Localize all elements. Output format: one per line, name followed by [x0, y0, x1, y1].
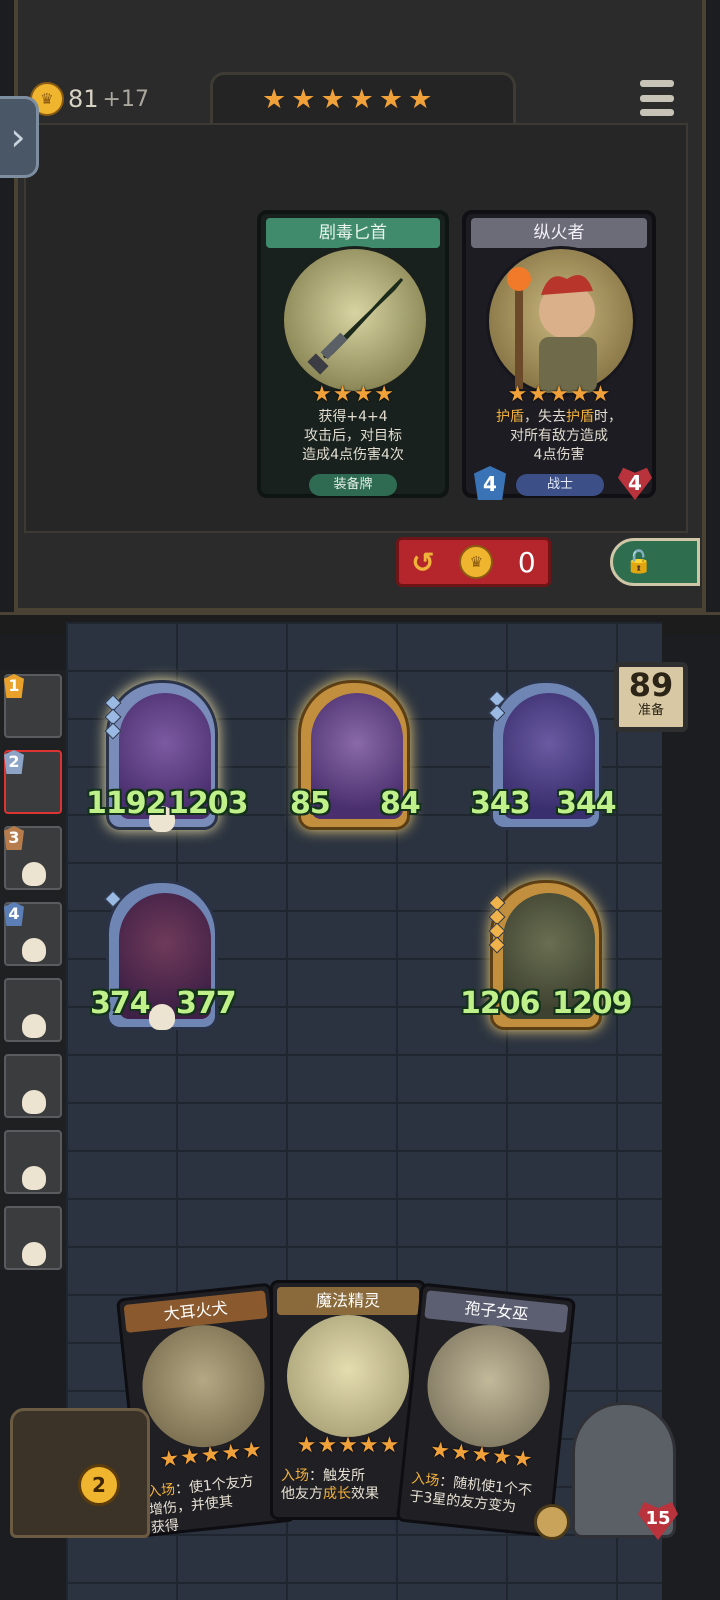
- opponent-entry[interactable]: [4, 1054, 62, 1118]
- side-panel-toggle[interactable]: ›: [0, 96, 39, 178]
- opponent-entry[interactable]: [4, 1130, 62, 1194]
- opponent-list: 1 2 3 4: [0, 670, 66, 1270]
- star-icon: ★: [320, 84, 345, 115]
- card-stars: ★ ★ ★ ★ ★: [507, 382, 611, 407]
- rank-badge: 4: [4, 902, 24, 926]
- timer-value: 89: [628, 666, 674, 704]
- unit-health: 344: [556, 786, 617, 821]
- shop-card-arsonist[interactable]: 纵火者 ★ ★ ★ ★ ★ 护盾，失去护盾时， 对所有敌方造成 4点伤害 4 战士 4: [462, 210, 656, 500]
- treasure-chest-button[interactable]: [10, 1408, 150, 1538]
- card-description: 入场：触发所 他友方成长效果: [281, 1468, 379, 1502]
- unit-attack: 85: [290, 786, 331, 821]
- arsonist-portrait: [486, 246, 636, 396]
- shop-card-dagger[interactable]: 剧毒匕首 ★ ★ ★ ★ 获得+4+4 攻击后，对目标 造成4点伤害4次 装备牌: [257, 210, 449, 498]
- rank-badge: 1: [4, 674, 24, 698]
- timer-label: 准备: [637, 703, 664, 718]
- star-icon: ★: [291, 84, 316, 115]
- unit-health: 1203: [168, 786, 248, 821]
- card-description: 入场：随机使1个不 于3星的友方变为: [408, 1470, 533, 1516]
- opponent-entry[interactable]: [4, 978, 62, 1042]
- unit-health: 1209: [552, 986, 632, 1021]
- unit-attack: 1192: [86, 786, 166, 821]
- star-icon: ★: [378, 84, 404, 115]
- card-title: 纵火者: [471, 218, 647, 248]
- opponent-entry[interactable]: 4: [4, 902, 62, 966]
- prep-timer: 89 准备: [614, 662, 688, 732]
- card-stars: ★ ★ ★ ★: [312, 382, 394, 407]
- hand-card[interactable]: 孢子女巫 ★ ★ ★ ★ ★ 入场：随机使1个不 于3星的友方变为: [395, 1282, 577, 1538]
- gold-counter: ♛ 81 +17: [30, 82, 149, 116]
- attack-stat: 4: [474, 466, 506, 500]
- skull-icon: [149, 1004, 175, 1030]
- opponent-entry[interactable]: [4, 1206, 62, 1270]
- skull-icon: [22, 1166, 46, 1190]
- skull-icon: [22, 1090, 46, 1114]
- unit-attack: 374: [90, 986, 151, 1021]
- card-title: 剧毒匕首: [266, 218, 440, 248]
- health-stat: 4: [618, 467, 652, 500]
- rank-badge: 2: [4, 750, 24, 774]
- unit-tier-gems: [488, 894, 506, 954]
- arsonist-icon: [507, 267, 597, 393]
- skull-icon: [22, 862, 46, 886]
- skull-icon: [22, 938, 46, 962]
- unit-attack: 343: [470, 786, 531, 821]
- gold-income: +17: [102, 86, 149, 112]
- crown-coin-icon: ♛: [459, 545, 494, 579]
- refresh-cost: 0: [517, 545, 536, 579]
- card-type-tag: 战士: [516, 474, 604, 496]
- opponent-entry[interactable]: 2: [4, 750, 62, 814]
- star-icon: ★: [408, 84, 433, 115]
- chest-count-badge: 2: [78, 1464, 120, 1506]
- unit-attack: 1206: [460, 986, 540, 1021]
- lock-shop-button[interactable]: 🔓: [610, 538, 700, 586]
- card-description: 获得+4+4 攻击后，对目标 造成4点伤害4次: [302, 409, 404, 463]
- unit-tier-gems: [104, 694, 122, 740]
- spore-witch-art: [421, 1319, 556, 1454]
- fire-hound-art: [136, 1319, 271, 1454]
- opponent-entry[interactable]: 3: [4, 826, 62, 890]
- tavern-tier-stars: ★ ★ ★ ★ ★ ★: [262, 86, 432, 113]
- chevron-right-icon: ›: [10, 115, 26, 159]
- opponent-entry[interactable]: 1: [4, 674, 62, 738]
- rank-badge: 3: [4, 826, 24, 850]
- unit-tier-gems: [488, 690, 506, 722]
- skull-icon: [22, 1242, 46, 1266]
- card-title: 魔法精灵: [277, 1287, 419, 1315]
- unit-health: 84: [380, 786, 421, 821]
- star-icon: ★: [262, 84, 287, 115]
- lock-icon: 🔓: [625, 549, 653, 575]
- refresh-icon: ↺: [411, 545, 435, 579]
- hero-power-button[interactable]: [534, 1504, 570, 1540]
- unit-health: 377: [176, 986, 237, 1021]
- menu-button[interactable]: [640, 80, 674, 116]
- gold-value: 81: [68, 85, 99, 113]
- dagger-icon: [307, 277, 404, 375]
- skull-icon: [22, 1014, 46, 1038]
- dagger-art: [281, 246, 429, 394]
- fairy-art: [287, 1315, 409, 1437]
- card-description: 护盾，失去护盾时， 对所有敌方造成 4点伤害: [496, 409, 622, 463]
- refresh-button[interactable]: ↺ ♛ 0: [396, 537, 551, 587]
- unit-tier-gems: [104, 890, 122, 908]
- card-type-tag: 装备牌: [309, 474, 397, 496]
- star-icon: ★: [349, 84, 374, 115]
